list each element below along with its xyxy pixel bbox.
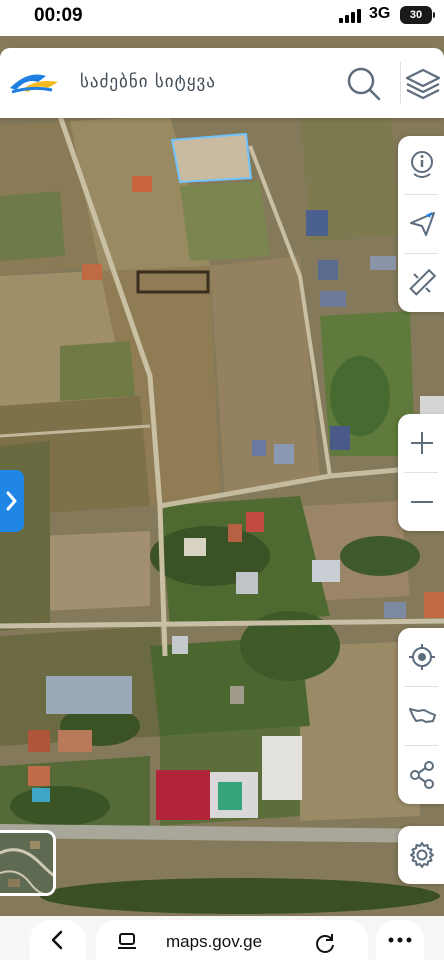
tool-panel-top (398, 136, 444, 312)
zoom-out-button[interactable] (398, 473, 444, 531)
gear-icon (410, 842, 434, 868)
chevron-left-icon (51, 930, 63, 950)
zoom-panel (398, 414, 444, 531)
info-icon (411, 151, 433, 178)
status-bar: 00:09 3G 30 (0, 0, 444, 36)
tabs-icon (118, 933, 136, 949)
share-button[interactable] (398, 746, 444, 804)
url-text: maps.gov.ge (166, 932, 263, 951)
navigate-button[interactable] (398, 195, 444, 253)
network-label: 3G (369, 5, 391, 22)
more-button[interactable] (376, 920, 424, 960)
satellite-imagery (0, 36, 444, 916)
signal-icon (339, 9, 361, 23)
more-icon (388, 937, 412, 943)
measure-icon (409, 268, 436, 296)
tool-panel-bottom (398, 628, 444, 804)
zoom-in-button[interactable] (398, 414, 444, 472)
basemap-thumbnail (0, 833, 53, 893)
address-bar[interactable]: maps.gov.ge (96, 920, 368, 960)
reload-icon[interactable] (314, 932, 336, 954)
country-map-icon (409, 708, 436, 723)
search-icon (347, 67, 381, 101)
search-field[interactable]: საძებნი სიტყვა (80, 72, 216, 92)
satellite-map[interactable] (0, 36, 444, 916)
battery-icon: 30 (400, 6, 435, 24)
info-button[interactable] (398, 136, 444, 194)
locate-button[interactable] (398, 628, 444, 686)
zoom-out-icon (411, 501, 433, 503)
share-icon (410, 761, 434, 789)
back-button[interactable] (30, 920, 86, 960)
logo-icon (10, 74, 58, 94)
measure-button[interactable] (398, 254, 444, 312)
settings-panel (398, 826, 444, 884)
layers-icon (405, 68, 441, 100)
locate-icon (409, 644, 435, 670)
basemap-switcher[interactable] (0, 830, 56, 896)
settings-button[interactable] (398, 826, 444, 884)
side-panel-toggle[interactable] (0, 470, 24, 532)
browser-toolbar: maps.gov.ge (0, 916, 444, 960)
country-map-button[interactable] (398, 687, 444, 745)
layers-button[interactable] (400, 62, 444, 104)
search-button[interactable] (342, 62, 384, 104)
navigate-icon (410, 212, 435, 236)
status-time: 00:09 (34, 5, 83, 26)
chevron-right-icon (6, 491, 17, 511)
zoom-in-icon (411, 432, 433, 454)
